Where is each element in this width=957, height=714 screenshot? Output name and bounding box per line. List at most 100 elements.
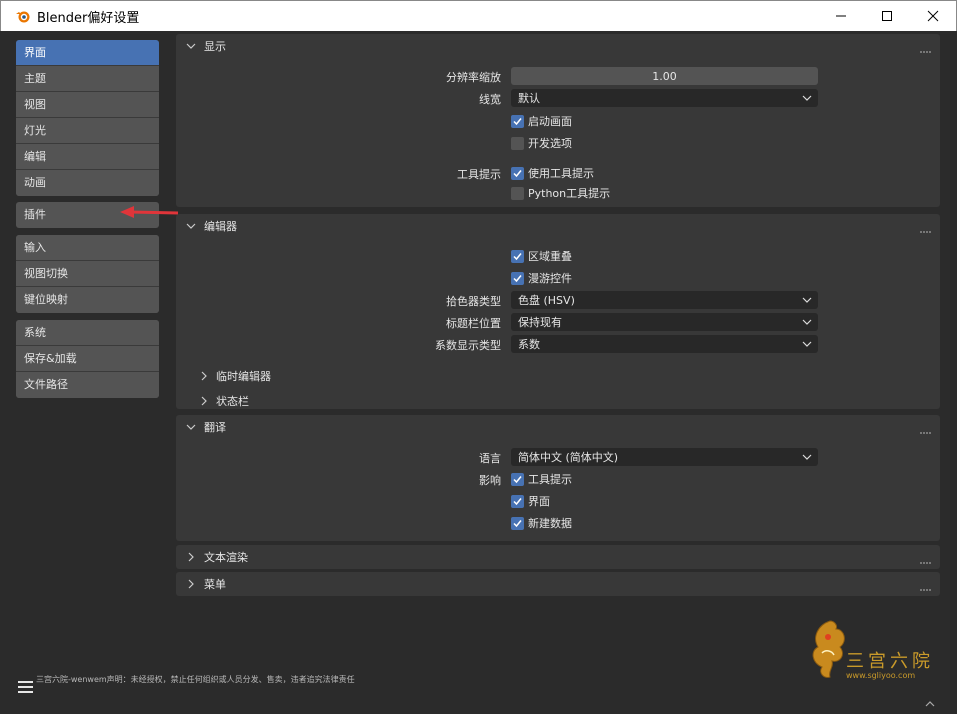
chevron-down-icon	[184, 39, 198, 53]
chevron-down-icon	[802, 454, 812, 460]
factor-display-dropdown[interactable]: 系数	[511, 335, 818, 353]
dev-extras-label: 开发选项	[528, 137, 572, 150]
subpanel-title: 状态栏	[216, 395, 249, 408]
checkbox-checked-icon	[511, 249, 524, 263]
translate-interface-label: 界面	[528, 495, 550, 508]
sidebar-item-save-load[interactable]: 保存&加载	[16, 346, 159, 372]
language-label: 语言	[479, 452, 501, 465]
chevron-down-icon	[184, 219, 198, 233]
splash-checkbox[interactable]: 启动画面	[511, 112, 572, 130]
checkbox-checked-icon	[511, 114, 524, 128]
line-width-value: 默认	[518, 92, 540, 105]
translate-interface-checkbox[interactable]: 界面	[511, 492, 550, 510]
hamburger-icon-bar	[18, 686, 33, 688]
maximize-icon	[882, 11, 892, 21]
panel-menus-header[interactable]: 菜单	[176, 572, 940, 596]
subpanel-title: 临时编辑器	[216, 370, 271, 383]
sidebar-item-navigation[interactable]: 视图切换	[16, 261, 159, 287]
preferences-menu-button[interactable]	[18, 681, 33, 693]
language-dropdown[interactable]: 简体中文 (简体中文)	[511, 448, 818, 466]
watermark-logo: 三宫六院 www.sgliyoo.com	[806, 617, 936, 687]
line-width-dropdown[interactable]: 默认	[511, 89, 818, 107]
translate-new-data-checkbox[interactable]: 新建数据	[511, 514, 572, 532]
subpanel-temp-editors[interactable]: 临时编辑器	[200, 368, 271, 384]
factor-display-label: 系数显示类型	[435, 339, 501, 352]
close-icon	[927, 10, 939, 22]
checkbox-unchecked-icon	[511, 186, 524, 200]
sidebar-item-interface[interactable]: 界面	[16, 40, 159, 66]
language-value: 简体中文 (简体中文)	[518, 451, 619, 464]
window-controls	[818, 1, 956, 31]
footer-note: 三宫六院-wenwem声明：未经授权，禁止任何组织或人员分发、售卖，违者追究法律…	[36, 675, 355, 684]
sidebar-item-editing[interactable]: 编辑	[16, 144, 159, 170]
sidebar-item-themes[interactable]: 主题	[16, 66, 159, 92]
checkbox-checked-icon	[511, 494, 524, 508]
chevron-right-icon	[200, 396, 212, 406]
checkbox-checked-icon	[511, 516, 524, 530]
chevron-right-icon	[200, 371, 212, 381]
window-titlebar: Blender偏好设置	[0, 0, 957, 31]
panel-editors: 编辑器 区域重叠 漫游控件 拾色器类型 色盘 (HSV) 标题栏位置 保持现有	[176, 214, 940, 409]
region-overlap-checkbox[interactable]: 区域重叠	[511, 247, 572, 265]
resolution-scale-label: 分辨率缩放	[446, 71, 501, 84]
chevron-down-icon	[802, 95, 812, 101]
panel-title: 编辑器	[204, 220, 237, 233]
sidebar-item-file-paths[interactable]: 文件路径	[16, 372, 159, 398]
panel-text-rendering: 文本渲染	[176, 545, 940, 569]
header-position-dropdown[interactable]: 保持现有	[511, 313, 818, 331]
python-tooltips-checkbox[interactable]: Python工具提示	[511, 184, 610, 202]
line-width-label: 线宽	[479, 93, 501, 106]
python-tooltips-label: Python工具提示	[528, 187, 611, 200]
header-position-label: 标题栏位置	[446, 317, 501, 330]
navigation-controls-checkbox[interactable]: 漫游控件	[511, 269, 572, 287]
use-tooltips-checkbox[interactable]: 使用工具提示	[511, 164, 594, 182]
minimize-icon	[836, 15, 846, 17]
checkbox-checked-icon	[511, 271, 524, 285]
sidebar-item-input[interactable]: 输入	[16, 235, 159, 261]
sidebar-item-animation[interactable]: 动画	[16, 170, 159, 196]
panel-title: 显示	[204, 40, 226, 53]
sidebar-item-keymap[interactable]: 键位映射	[16, 287, 159, 313]
drag-grip-icon[interactable]	[920, 554, 932, 564]
panel-display-header[interactable]: 显示	[176, 34, 940, 58]
chevron-down-icon	[802, 297, 812, 303]
resolution-scale-field[interactable]: 1.00	[511, 67, 818, 85]
panel-text-rendering-header[interactable]: 文本渲染	[176, 545, 940, 569]
annotation-arrow-icon	[120, 206, 179, 218]
panel-translation-header[interactable]: 翻译	[176, 415, 940, 439]
header-position-value: 保持现有	[518, 316, 562, 329]
sidebar-item-viewport[interactable]: 视图	[16, 92, 159, 118]
panel-editors-header[interactable]: 编辑器	[176, 214, 940, 238]
sidebar-item-lights[interactable]: 灯光	[16, 118, 159, 144]
chevron-down-icon	[802, 341, 812, 347]
use-tooltips-label: 使用工具提示	[528, 167, 594, 180]
translate-tooltips-checkbox[interactable]: 工具提示	[511, 470, 572, 488]
translate-new-data-label: 新建数据	[528, 517, 572, 530]
drag-grip-icon[interactable]	[920, 581, 932, 591]
checkbox-unchecked-icon	[511, 136, 524, 150]
maximize-button[interactable]	[864, 1, 910, 31]
color-picker-dropdown[interactable]: 色盘 (HSV)	[511, 291, 818, 309]
checkbox-checked-icon	[511, 166, 524, 180]
factor-display-value: 系数	[518, 338, 540, 351]
close-button[interactable]	[910, 1, 956, 31]
drag-grip-icon[interactable]	[920, 43, 932, 53]
sidebar-item-system[interactable]: 系统	[16, 320, 159, 346]
affect-label: 影响	[479, 474, 501, 487]
dev-extras-checkbox[interactable]: 开发选项	[511, 134, 572, 152]
chevron-up-icon[interactable]	[925, 700, 935, 708]
navigation-controls-label: 漫游控件	[528, 272, 572, 285]
drag-grip-icon[interactable]	[920, 424, 932, 434]
panel-display: 显示 分辨率缩放 1.00 线宽 默认 启动画面 开发选项 工具提示 使用工具提…	[176, 34, 940, 207]
panel-title: 翻译	[204, 421, 226, 434]
panel-translation: 翻译 语言 简体中文 (简体中文) 影响 工具提示 界面 新建数据	[176, 415, 940, 541]
drag-grip-icon[interactable]	[920, 223, 932, 233]
minimize-button[interactable]	[818, 1, 864, 31]
sidebar: 界面 主题 视图 灯光 编辑 动画 插件 输入 视图切换 键位映射 系统 保存&…	[0, 31, 355, 714]
nav-group-system: 系统 保存&加载 文件路径	[16, 320, 159, 398]
resolution-scale-value: 1.00	[652, 69, 677, 83]
subpanel-status-bar[interactable]: 状态栏	[200, 393, 249, 409]
color-picker-label: 拾色器类型	[446, 295, 501, 308]
chevron-down-icon	[802, 319, 812, 325]
blender-logo-icon	[15, 8, 31, 24]
